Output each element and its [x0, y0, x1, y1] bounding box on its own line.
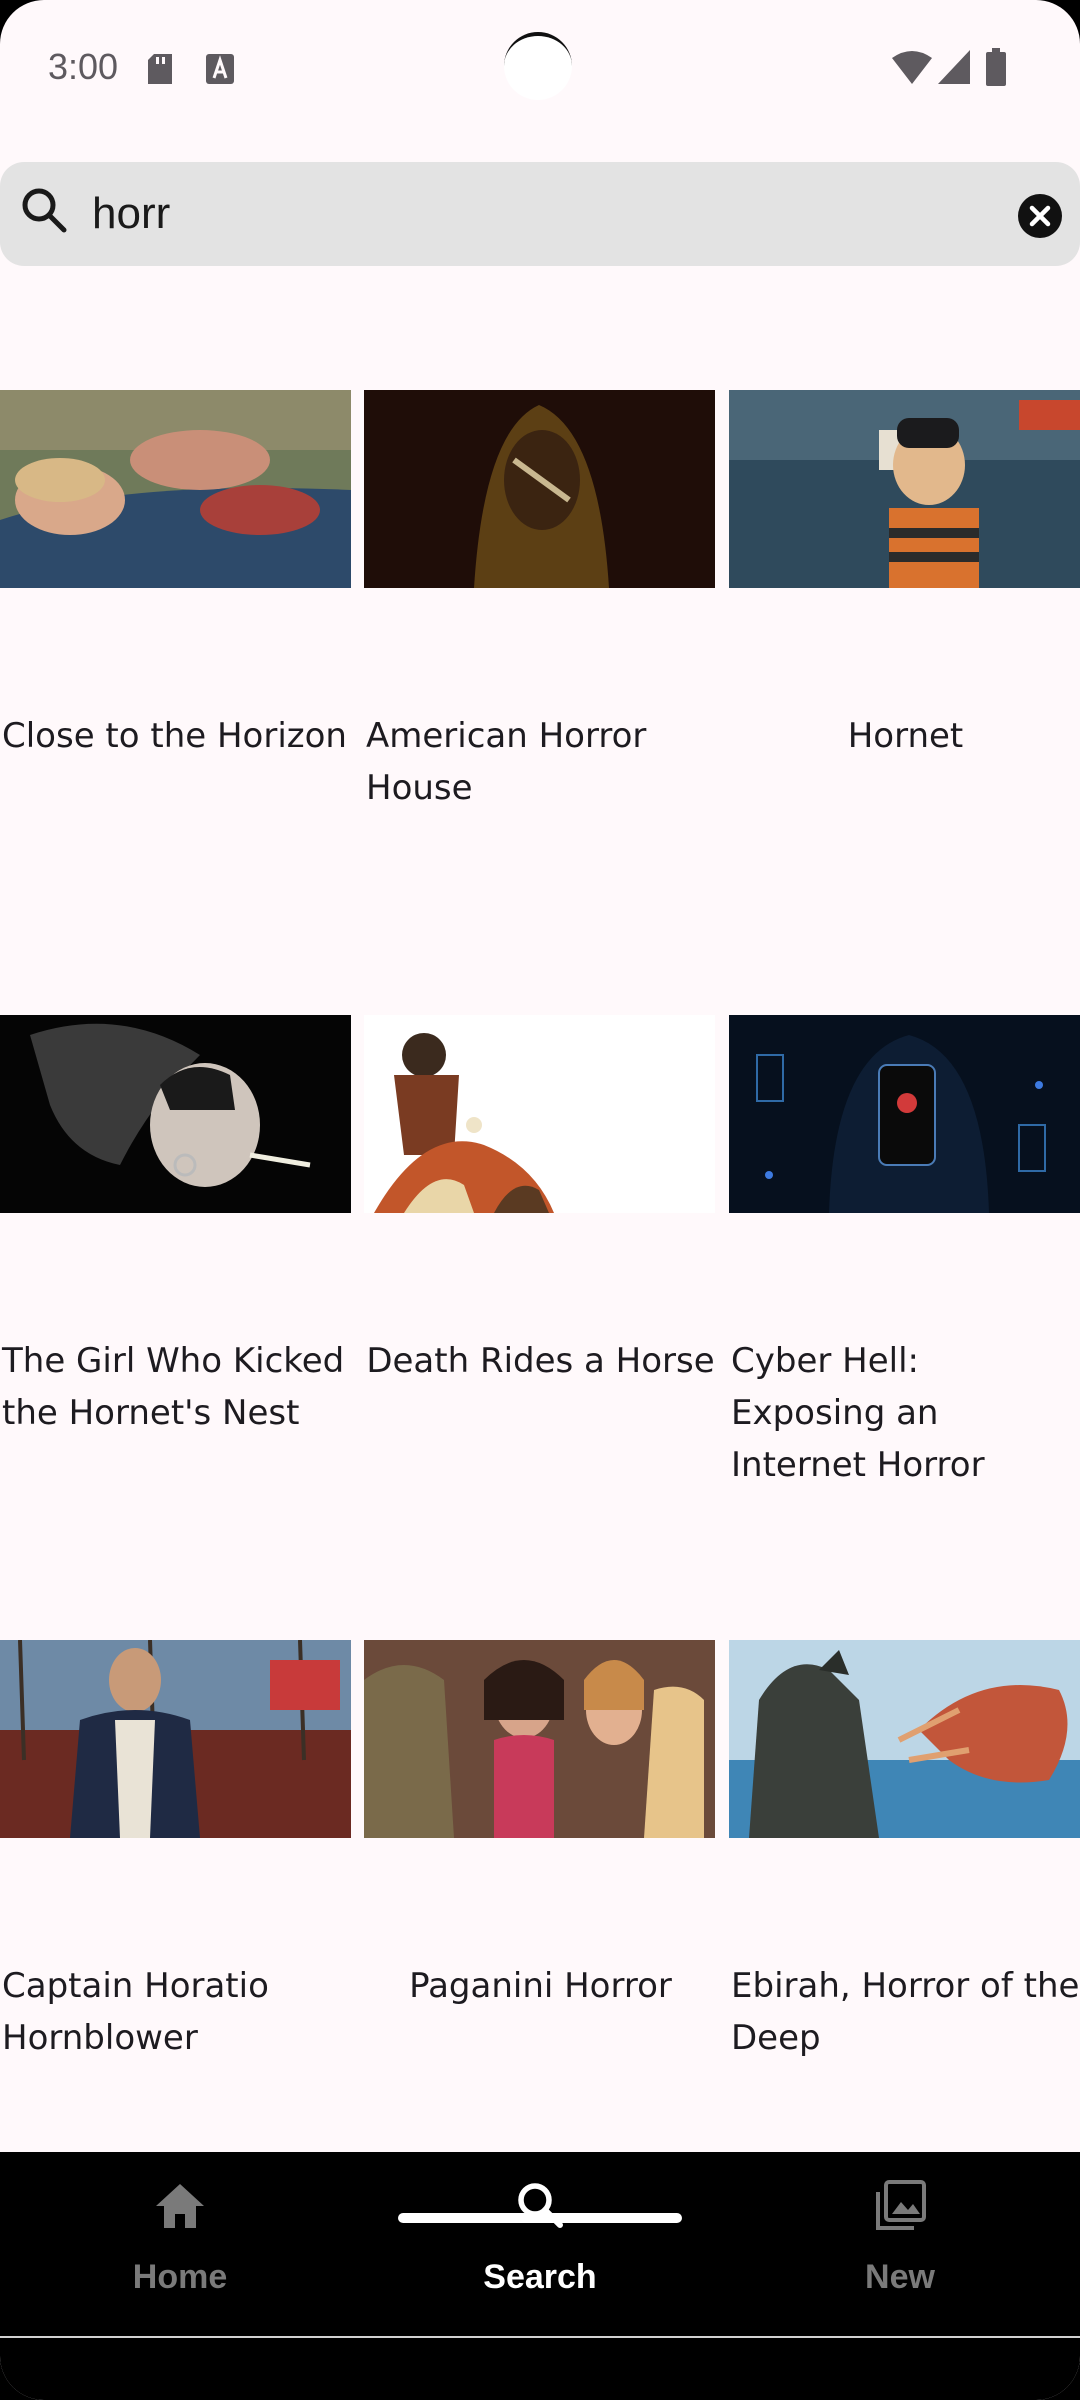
- bottom-navigation: Home Search New: [0, 2152, 1080, 2400]
- result-title: Hornet: [847, 716, 964, 756]
- battery-icon: [986, 48, 1006, 91]
- keyboard-a-icon: [206, 54, 234, 89]
- home-icon: [156, 2184, 204, 2228]
- result-card[interactable]: Captain Horatio Hornblower: [0, 1640, 351, 2058]
- gallery-icon: [876, 2180, 926, 2230]
- result-title: Paganini Horror: [409, 1966, 672, 2006]
- movie-thumbnail: [729, 390, 1080, 588]
- result-card[interactable]: Cyber Hell: Exposing an Internet Horror: [729, 1015, 1080, 1485]
- nav-divider: [0, 2336, 1080, 2338]
- nav-label-home: Home: [132, 2258, 228, 2296]
- nav-item-new[interactable]: New: [720, 2176, 1080, 2336]
- movie-thumbnail: [364, 1640, 715, 1838]
- result-title: The Girl Who Kicked the Hornet's Nest: [2, 1341, 345, 1433]
- movie-thumbnail: [0, 1015, 351, 1213]
- movie-thumbnail: [364, 1015, 715, 1213]
- home-gesture-bar[interactable]: [398, 2213, 682, 2223]
- sd-card-icon: [146, 54, 174, 89]
- result-title: Captain Horatio Hornblower: [2, 1966, 269, 2058]
- result-card[interactable]: Death Rides a Horse: [364, 1015, 715, 1381]
- status-bar: 3:00: [0, 0, 1080, 140]
- search-input[interactable]: [92, 162, 972, 266]
- result-title: Ebirah, Horror of the Deep: [731, 1966, 1080, 2058]
- wifi-icon: [892, 50, 932, 89]
- nav-item-search[interactable]: Search: [360, 2176, 720, 2336]
- cellular-signal-icon: [938, 50, 970, 89]
- movie-thumbnail: [0, 390, 351, 588]
- result-card[interactable]: Paganini Horror: [364, 1640, 715, 2006]
- close-icon: [1029, 205, 1051, 227]
- result-title: Close to the Horizon: [2, 716, 347, 756]
- nav-label-new: New: [865, 2258, 935, 2296]
- movie-thumbnail: [0, 1640, 351, 1838]
- nav-item-home[interactable]: Home: [0, 2176, 360, 2336]
- result-card[interactable]: Hornet: [729, 390, 1080, 756]
- movie-thumbnail: [729, 1015, 1080, 1213]
- search-icon: [20, 186, 68, 239]
- search-bar[interactable]: [0, 162, 1080, 266]
- camera-cutout: [504, 32, 572, 100]
- result-card[interactable]: American Horror House: [364, 390, 715, 808]
- search-icon: [518, 2183, 563, 2228]
- movie-thumbnail: [364, 390, 715, 588]
- app-screen: 3:00 horr Close to the Horizon American …: [0, 0, 1080, 2400]
- movie-thumbnail: [729, 1640, 1080, 1838]
- status-time: 3:00: [48, 46, 119, 87]
- result-card[interactable]: Ebirah, Horror of the Deep: [729, 1640, 1080, 2058]
- result-card[interactable]: The Girl Who Kicked the Hornet's Nest: [0, 1015, 351, 1433]
- result-card[interactable]: Close to the Horizon: [0, 390, 351, 756]
- result-title: Cyber Hell: Exposing an Internet Horror: [731, 1341, 985, 1485]
- nav-label-search: Search: [483, 2258, 597, 2296]
- clear-search-button[interactable]: [1018, 194, 1062, 238]
- result-title: American Horror House: [366, 716, 647, 808]
- result-title: Death Rides a Horse: [366, 1341, 715, 1381]
